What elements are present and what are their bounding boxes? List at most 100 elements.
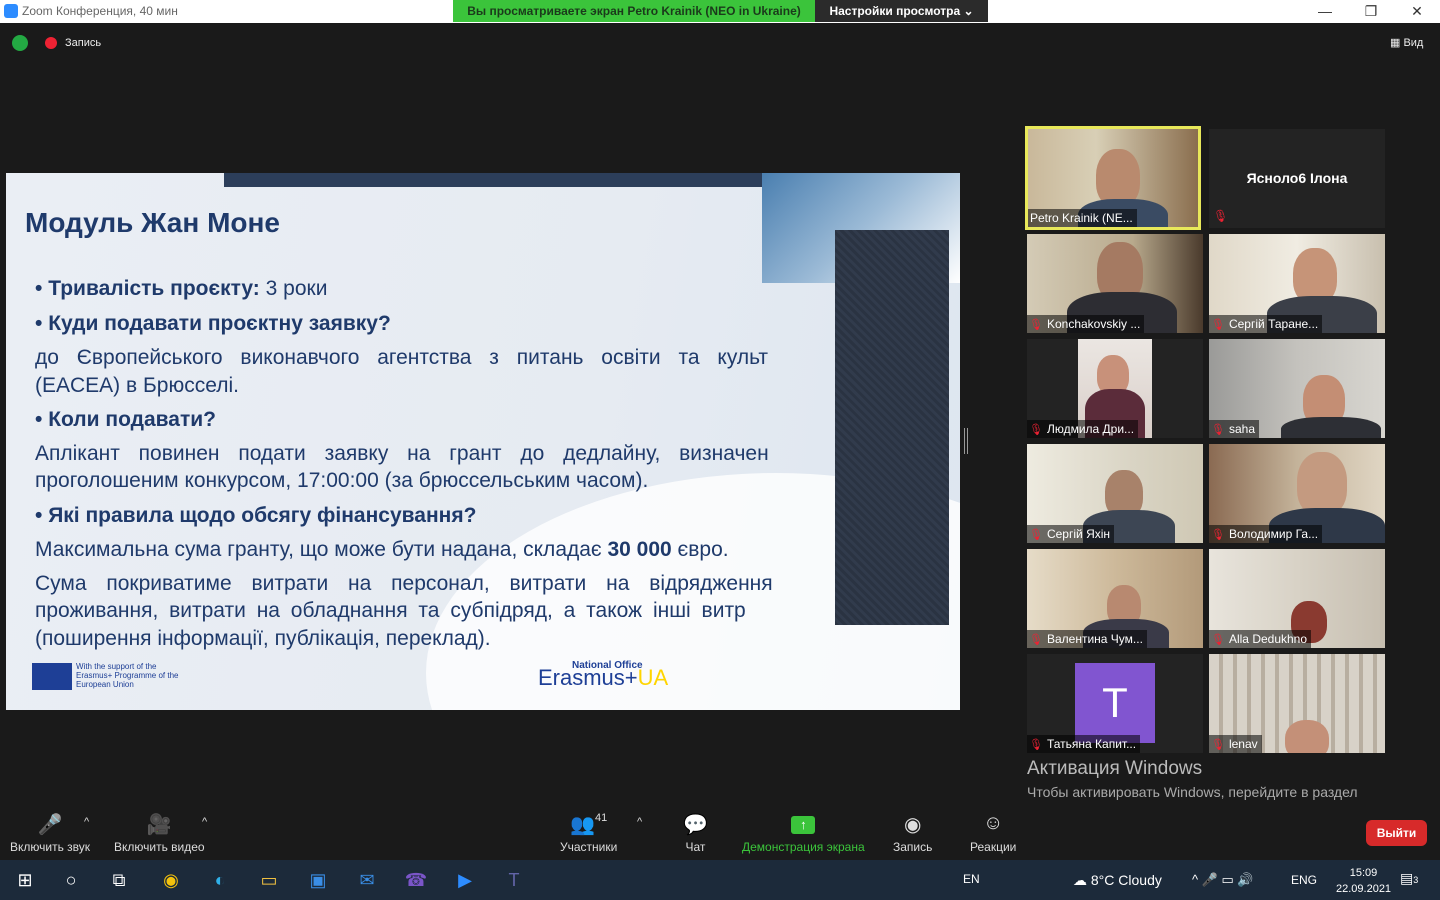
slide-overlay-panel <box>835 230 949 625</box>
chat-icon: 💬 <box>683 814 708 836</box>
leave-meeting-button[interactable]: Выйти <box>1366 820 1427 846</box>
reactions-button[interactable]: ☺ Реакции <box>970 812 1016 854</box>
share-screen-button[interactable]: ↑ Демонстрация экрана <box>742 812 865 854</box>
participant-tile[interactable]: 🎙 Сергій Яхін <box>1027 444 1203 543</box>
restore-button[interactable]: ❐ <box>1348 0 1394 22</box>
participant-name: Людмила Дри... <box>1046 422 1135 436</box>
windows-start-icon[interactable]: ⊞ <box>8 866 42 894</box>
meeting-toolbar <box>0 800 1440 860</box>
mic-off-icon: 🎤 <box>37 814 63 836</box>
mic-muted-icon: 🎙 <box>1029 424 1043 436</box>
teams-icon[interactable]: T <box>497 866 531 894</box>
participant-name: lenav <box>1228 737 1258 751</box>
participant-name: Валентина Чум... <box>1046 632 1143 646</box>
store-icon[interactable]: ▣ <box>301 866 335 894</box>
mic-muted-icon: 🎙 <box>1029 739 1043 751</box>
chat-button[interactable]: 💬 Чат <box>683 812 708 854</box>
start-video-button[interactable]: 🎥 Включить видео <box>114 812 205 854</box>
grid-icon: ▦ <box>1390 37 1404 49</box>
slide-line-when-heading: Коли подавати? <box>35 408 216 432</box>
input-language-indicator[interactable]: EN <box>963 872 980 886</box>
slide-line-costs-3: (поширення інформації, публікація, перек… <box>35 627 491 650</box>
participant-name: saha <box>1228 422 1255 436</box>
chrome-icon[interactable]: ◉ <box>154 866 188 894</box>
participant-name: Petro Krainik (NE... <box>1028 209 1137 227</box>
mic-muted-icon: 🎙 <box>1211 529 1225 541</box>
slide-title: Модуль Жан Моне <box>25 207 280 238</box>
windows-activation-title: Активация Windows <box>1027 758 1203 779</box>
screen-share-banner: Вы просматриваете экран Petro Krainik (N… <box>453 0 815 22</box>
participant-tile[interactable]: 🎙 Валентина Чум... <box>1027 549 1203 648</box>
participant-tile[interactable]: Ясноло6 Ілона 🎙 <box>1209 129 1385 228</box>
participant-name: Alla Dedukhno <box>1228 632 1308 646</box>
chat-label: Чат <box>685 840 706 854</box>
cloud-icon: ☁ <box>1073 872 1091 888</box>
language-indicator[interactable]: ENG <box>1291 873 1317 887</box>
meeting-topbar <box>0 23 1440 63</box>
participant-tile[interactable]: 🎙 Людмила Дри... <box>1027 339 1203 438</box>
close-button[interactable]: ✕ <box>1394 0 1440 22</box>
participant-tile[interactable]: 🎙 lenav <box>1209 654 1385 753</box>
participants-count: 41 <box>594 812 608 824</box>
mic-muted-icon: 🎙 <box>1211 319 1225 331</box>
participants-icon: 👥41 <box>570 812 608 836</box>
view-options-button[interactable]: Настройки просмотра ⌄ <box>815 0 988 22</box>
participants-caret-icon[interactable]: ^ <box>637 816 642 828</box>
slide-line-funding-heading: Які правила щодо обсягу фінансування? <box>35 504 476 528</box>
zoom-taskbar-icon[interactable]: ▶ <box>448 866 482 894</box>
participant-tile[interactable]: 🎙 Alla Dedukhno <box>1209 549 1385 648</box>
tray-icons[interactable]: ^ 🎤 ▭ 🔊 <box>1192 872 1254 888</box>
clock[interactable]: 15:09 22.09.2021 <box>1336 865 1391 897</box>
mic-muted-icon: 🎙 <box>1213 209 1229 223</box>
participant-name: Татьяна Капит... <box>1046 737 1137 751</box>
mic-muted-icon: 🎙 <box>1029 634 1043 646</box>
slide-top-stripe <box>224 173 764 187</box>
zoom-logo-icon <box>4 4 18 18</box>
video-options-caret-icon[interactable]: ^ <box>202 816 207 828</box>
mic-muted-icon: 🎙 <box>1029 529 1043 541</box>
mic-muted-icon: 🎙 <box>1029 319 1043 331</box>
slide-line-where-1: до Європейського виконавчого агентства з… <box>35 346 769 369</box>
eu-support-text: With the support of the Erasmus+ Program… <box>76 662 179 689</box>
mic-muted-icon: 🎙 <box>1211 424 1225 436</box>
weather-widget[interactable]: ☁ 8°C Cloudy <box>1073 872 1162 889</box>
view-label: Вид <box>1403 37 1424 49</box>
mic-muted-icon: 🎙 <box>1211 634 1225 646</box>
record-label: Запись <box>893 840 933 854</box>
recording-label[interactable]: Запись <box>65 37 101 49</box>
minimize-button[interactable]: — <box>1302 0 1348 22</box>
record-button[interactable]: ◉ Запись <box>893 812 932 854</box>
slide-line-costs-2: проживання, витрати на обладнання та суб… <box>35 599 746 622</box>
participants-button[interactable]: 👥41 Участники <box>560 812 617 854</box>
unmute-button[interactable]: 🎤 Включить звук <box>10 812 90 854</box>
mail-icon[interactable]: ✉ <box>350 866 384 894</box>
encryption-shield-icon[interactable] <box>12 35 28 51</box>
unmute-label: Включить звук <box>10 840 91 854</box>
participant-tile-active[interactable]: Petro Krainik (NE... <box>1025 126 1201 230</box>
eu-flag-icon <box>32 663 72 690</box>
viber-icon[interactable]: ☎ <box>399 866 433 894</box>
slide-line-duration: Тривалість проєкту: 3 роки <box>35 277 327 301</box>
search-icon[interactable]: ○ <box>54 866 88 894</box>
shared-screen-slide: Модуль Жан Моне Тривалість проєкту: 3 ро… <box>6 173 960 710</box>
slide-line-funding-max: Максимальна сума гранту, що може бути на… <box>35 538 729 561</box>
window-title: Zoom Конференция, 40 мин <box>22 4 178 18</box>
file-explorer-icon[interactable]: ▭ <box>252 866 286 894</box>
view-button[interactable]: ▦ Вид <box>1390 36 1423 49</box>
edge-icon[interactable]: ◐ <box>203 866 237 894</box>
task-view-icon[interactable]: ⧉ <box>102 866 136 894</box>
participant-tile[interactable]: T 🎙 Татьяна Капит... <box>1027 654 1203 753</box>
participant-tile[interactable]: 🎙 Сергій Таране... <box>1209 234 1385 333</box>
reaction-smiley-icon: ☺ <box>982 812 1004 834</box>
video-off-icon: 🎥 <box>146 814 172 836</box>
notification-center-icon[interactable]: ▤3 <box>1400 870 1418 887</box>
panel-splitter-handle[interactable] <box>964 428 968 454</box>
audio-options-caret-icon[interactable]: ^ <box>84 816 89 828</box>
participant-name: Ясноло6 Ілона <box>1246 170 1348 186</box>
participant-tile[interactable]: 🎙 Konchakovskiy ... <box>1027 234 1203 333</box>
participant-tile[interactable]: 🎙 saha <box>1209 339 1385 438</box>
slide-line-when-1: Аплікант повинен подати заявку на грант … <box>35 442 769 465</box>
slide-line-where-heading: Куди подавати проєктну заявку? <box>35 312 391 336</box>
participant-name: Сергій Таране... <box>1228 317 1319 331</box>
participant-tile[interactable]: 🎙 Володимир Га... <box>1209 444 1385 543</box>
